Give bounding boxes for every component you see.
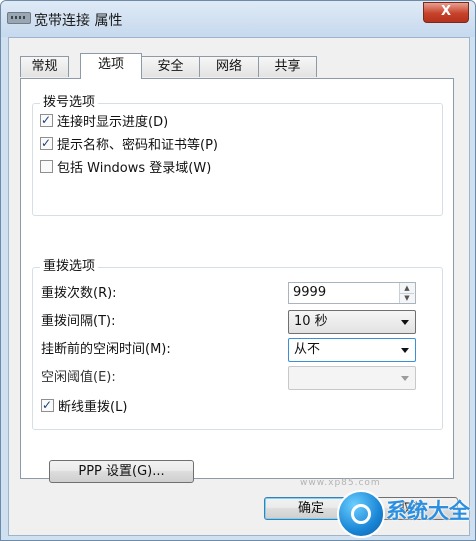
idle-time-dropdown[interactable]: 从不 — [288, 338, 416, 362]
dropdown-arrow-icon — [401, 320, 409, 325]
network-connection-icon — [7, 12, 31, 24]
idle-time-label: 挂断前的空闲时间(M): — [41, 342, 171, 357]
idle-threshold-label: 空闲阈值(E): — [41, 370, 116, 385]
checkbox-box[interactable] — [40, 134, 53, 152]
idle-time-value: 从不 — [294, 342, 321, 357]
tab-general[interactable]: 常规 — [20, 56, 69, 77]
title-bar: 宽带连接 属性 X — [1, 1, 475, 37]
watermark-site: www.xp85.com — [300, 478, 381, 488]
redial-on-drop-label: 断线重拨(L) — [58, 400, 128, 415]
watermark-logo-icon — [337, 490, 385, 538]
ppp-settings-button[interactable]: PPP 设置(G)... — [49, 460, 194, 483]
redial-options-title: 重拨选项 — [40, 258, 99, 276]
spinner-buttons[interactable]: ▲ ▼ — [399, 283, 415, 303]
redial-options-group: 重拨选项 重拨次数(R): 9999 ▲ ▼ 重拨间隔(T): 10 秒 挂断前… — [32, 258, 443, 430]
redial-attempts-label: 重拨次数(R): — [41, 286, 117, 301]
dropdown-arrow-icon — [401, 376, 409, 381]
redial-attempts-value: 9999 — [293, 285, 327, 300]
tab-networking[interactable]: 网络 — [199, 56, 259, 77]
redial-interval-value: 10 秒 — [294, 314, 328, 329]
tab-options[interactable]: 选项 — [80, 53, 142, 79]
include-domain-label: 包括 Windows 登录域(W) — [57, 161, 212, 176]
include-domain-checkbox[interactable]: 包括 Windows 登录域(W) — [40, 160, 211, 178]
checkbox-box[interactable] — [40, 111, 53, 129]
checkbox-box[interactable] — [41, 396, 54, 414]
redial-interval-label: 重拨间隔(T): — [41, 314, 116, 329]
redial-attempts-spinner[interactable]: 9999 ▲ ▼ — [288, 282, 416, 304]
checkbox-box[interactable] — [40, 160, 53, 173]
idle-threshold-dropdown[interactable] — [288, 366, 416, 390]
redial-on-drop-checkbox[interactable]: 断线重拨(L) — [41, 396, 128, 417]
properties-dialog: 宽带连接 属性 X 常规 选项 安全 网络 共享 拨号选项 连接时显示进度(D)… — [0, 0, 476, 541]
window-title: 宽带连接 属性 — [34, 13, 123, 29]
options-tab-panel: 拨号选项 连接时显示进度(D) 提示名称、密码和证书等(P) 包括 Window… — [20, 78, 454, 483]
show-progress-checkbox[interactable]: 连接时显示进度(D) — [40, 111, 169, 132]
show-progress-label: 连接时显示进度(D) — [57, 115, 169, 130]
prompt-credentials-checkbox[interactable]: 提示名称、密码和证书等(P) — [40, 134, 218, 155]
tab-sharing[interactable]: 共享 — [258, 56, 317, 77]
dial-options-group: 拨号选项 连接时显示进度(D) 提示名称、密码和证书等(P) 包括 Window… — [32, 94, 443, 216]
dialog-client-area: 常规 选项 安全 网络 共享 拨号选项 连接时显示进度(D) 提示名称、密码和证… — [8, 37, 470, 536]
prompt-credentials-label: 提示名称、密码和证书等(P) — [57, 138, 218, 153]
tab-security[interactable]: 安全 — [141, 56, 200, 77]
dropdown-arrow-icon — [401, 348, 409, 353]
redial-interval-dropdown[interactable]: 10 秒 — [288, 310, 416, 334]
close-button[interactable]: X — [423, 2, 469, 23]
spin-down-icon[interactable]: ▼ — [400, 293, 414, 303]
watermark-brand: 系统大全 — [386, 499, 470, 523]
dial-options-title: 拨号选项 — [40, 94, 99, 112]
